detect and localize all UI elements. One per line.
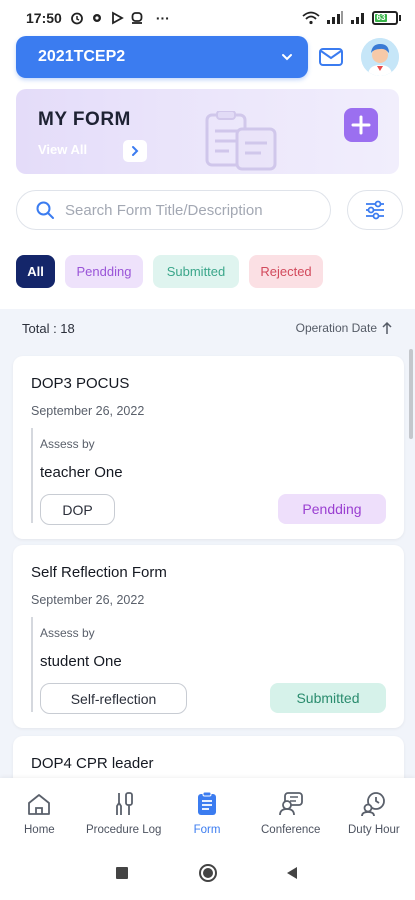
my-form-card: MY FORM View All [16,89,399,174]
more-icon: ··· [155,10,170,26]
form-type-pill: Self-reflection [40,683,187,714]
list-header: Total : 18 Operation Date [0,309,415,347]
filter-chip-rejected[interactable]: Rejected [249,255,323,288]
filter-chip-submitted[interactable]: Submitted [153,255,239,288]
conference-icon [278,792,303,816]
duty-hour-icon [360,792,385,817]
signal-icon-2 [351,13,364,24]
sort-label: Operation Date [295,321,377,335]
form-card-title: DOP4 CPR leader [31,755,154,772]
view-all-button[interactable] [123,140,147,162]
status-right: 63 [302,11,401,25]
vpn-icon [131,12,143,24]
form-icon [198,791,216,815]
battery-icon: 63 [372,11,401,25]
add-form-button[interactable] [344,108,378,142]
nav-label-duty-hour: Duty Hour [348,824,400,836]
plus-icon [351,115,371,135]
form-type-pill: DOP [40,494,115,525]
nav-item-duty-hour[interactable]: Duty Hour [348,790,400,836]
nav-item-home[interactable]: Home [24,790,55,836]
settings-icon [92,14,101,22]
form-card-title: DOP3 POCUS [31,375,130,392]
status-bar: 17:50 ··· 63 [0,0,415,36]
assessor-name: student One [40,653,122,670]
battery-level: 63 [375,13,387,22]
arrow-up-icon [382,321,392,334]
nav-label-conference: Conference [261,824,321,836]
form-card[interactable]: DOP4 CPR leader [13,736,404,778]
chevron-down-icon [282,54,292,61]
form-list: Total : 18 Operation Date DOP3 POCUS Sep… [0,309,415,778]
filter-chip-all[interactable]: All [16,255,55,288]
form-card-title: Self Reflection Form [31,564,167,581]
assess-by-label: Assess by [40,437,95,451]
filter-button[interactable] [347,190,403,230]
my-form-title: MY FORM [38,109,131,130]
course-select-value: 2021TCEP2 [38,48,126,65]
nav-item-form[interactable]: Form [193,790,221,836]
chevron-right-icon [132,146,139,156]
course-select[interactable]: 2021TCEP2 [16,36,308,78]
scrollbar[interactable] [409,349,413,439]
sliders-icon [366,200,384,220]
top-header: 2021TCEP2 [16,36,399,78]
card-divider [31,617,33,712]
document-illustration-icon [205,111,277,171]
home-button-icon[interactable] [198,863,218,883]
nav-label-procedure-log: Procedure Log [86,824,162,836]
signal-icon-1 [327,11,343,24]
mail-icon[interactable] [318,44,344,70]
play-icon [111,11,124,25]
system-nav-bar [0,850,415,900]
home-icon [28,794,51,815]
nav-item-conference[interactable]: Conference [261,790,320,836]
form-card-date: September 26, 2022 [31,593,145,607]
status-icons: ··· [70,10,170,26]
nav-item-procedure-log[interactable]: Procedure Log [86,790,161,836]
recents-button-icon[interactable] [114,865,130,881]
status-time: 17:50 [26,10,62,26]
search-bar [16,190,331,230]
assessor-name: teacher One [40,464,123,481]
status-badge: Pendding [278,494,386,524]
form-card[interactable]: Self Reflection Form September 26, 2022 … [13,545,404,728]
form-card[interactable]: DOP3 POCUS September 26, 2022 Assess by … [13,356,404,539]
alarm-icon [70,12,83,25]
nav-label-home: Home [24,824,55,836]
back-button-icon[interactable] [284,865,300,881]
procedure-log-icon [115,792,133,815]
total-count: Total : 18 [22,320,75,336]
assess-by-label: Assess by [40,626,95,640]
card-divider [31,428,33,523]
sort-button[interactable]: Operation Date [296,321,393,335]
status-badge: Submitted [270,683,386,713]
form-card-date: September 26, 2022 [31,404,145,418]
bottom-nav: Home Procedure Log Form Conference Duty … [0,778,415,850]
search-icon [36,201,54,219]
view-all-link[interactable]: View All [38,142,87,157]
nav-label-form: Form [193,824,221,836]
search-input[interactable] [65,201,315,219]
filter-chip-pending[interactable]: Pendding [65,255,143,288]
avatar-icon [361,38,399,76]
avatar[interactable] [361,38,399,76]
wifi-icon [302,11,320,25]
